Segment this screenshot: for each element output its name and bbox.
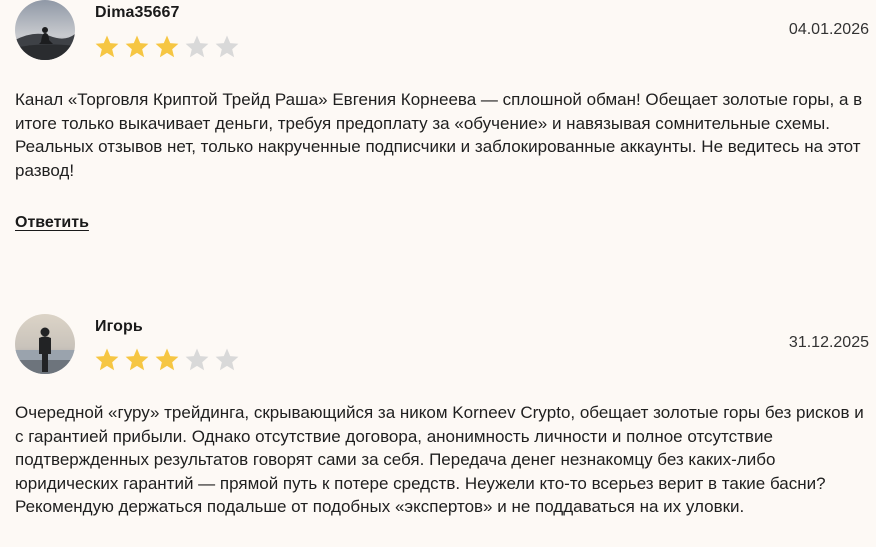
star-empty-icon bbox=[214, 347, 240, 372]
star-filled-icon bbox=[94, 34, 120, 59]
star-empty-icon bbox=[214, 34, 240, 59]
star-empty-icon bbox=[184, 34, 210, 59]
review-author: Dima35667 bbox=[95, 4, 180, 21]
star-empty-icon bbox=[184, 347, 210, 372]
star-filled-icon bbox=[154, 34, 180, 59]
star-filled-icon bbox=[124, 34, 150, 59]
review-date: 31.12.2025 bbox=[788, 334, 869, 351]
reply-link[interactable]: Ответить bbox=[15, 214, 89, 232]
star-rating bbox=[94, 347, 240, 372]
review-text: Очередной «гуру» трейдинга, скрывающийся… bbox=[15, 403, 864, 516]
review-author: Игорь bbox=[95, 318, 143, 335]
review-text: Канал «Торговля Криптой Трейд Раша» Евге… bbox=[15, 90, 863, 180]
star-filled-icon bbox=[94, 347, 120, 372]
star-filled-icon bbox=[154, 347, 180, 372]
star-rating bbox=[94, 34, 240, 59]
avatar bbox=[15, 0, 75, 60]
avatar-person-sitting-icon bbox=[15, 0, 75, 60]
star-filled-icon bbox=[124, 347, 150, 372]
avatar-person-standing-icon bbox=[15, 314, 75, 374]
review-date: 04.01.2026 bbox=[788, 21, 869, 38]
avatar bbox=[15, 314, 75, 374]
